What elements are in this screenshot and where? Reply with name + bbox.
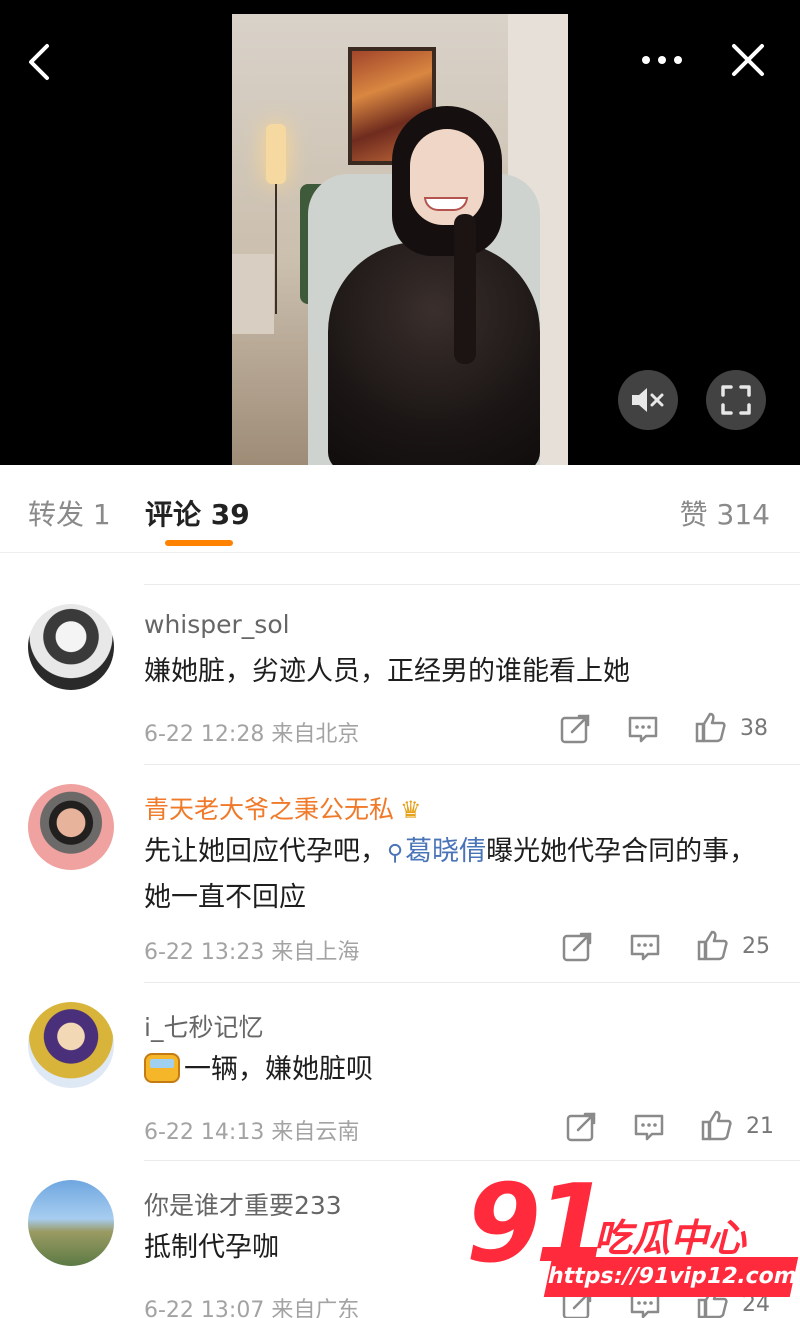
- mention-link[interactable]: ⚲葛晓倩: [387, 836, 486, 867]
- like-count: 25: [742, 934, 770, 959]
- comment-text: 先让她回应代孕吧，⚲葛晓倩曝光她代孕合同的事，她一直不回应: [144, 830, 774, 920]
- watermark-name: 吃瓜中心: [594, 1216, 747, 1260]
- bus-emoji-icon: [144, 1053, 180, 1083]
- avatar[interactable]: [28, 1180, 114, 1266]
- video-person-braid: [454, 214, 476, 364]
- video-sofa: [232, 254, 274, 334]
- comment-time: 6-22 13:07: [144, 1298, 265, 1318]
- search-icon: ⚲: [387, 841, 404, 866]
- tab-comments[interactable]: 评论 39: [145, 493, 250, 533]
- like-count: 38: [740, 716, 768, 741]
- comment-time: 6-22 13:23: [144, 940, 265, 965]
- comment-text-part: 一辆，嫌她脏呗: [184, 1054, 373, 1085]
- comment-text: 一辆，嫌她脏呗: [144, 1048, 774, 1092]
- video-person-body: [328, 242, 540, 465]
- divider: [144, 584, 800, 585]
- comment-icon[interactable]: [626, 712, 660, 746]
- fullscreen-icon: [721, 385, 751, 415]
- divider: [144, 764, 800, 765]
- tab-repost[interactable]: 转发 1: [28, 493, 111, 533]
- share-icon[interactable]: [560, 930, 594, 964]
- comment-time: 6-22 12:28: [144, 722, 265, 747]
- comment-location: 来自上海: [271, 940, 360, 965]
- comment-time: 6-22 14:13: [144, 1120, 265, 1145]
- tab-likes[interactable]: 赞 314: [680, 493, 770, 533]
- divider: [144, 982, 800, 983]
- comment-text: 嫌她脏，劣迹人员，正经男的谁能看上她: [144, 656, 630, 687]
- avatar[interactable]: [28, 784, 114, 870]
- video-player[interactable]: [0, 0, 800, 465]
- comment-meta: 6-22 13:07 来自广东: [144, 1292, 359, 1318]
- comment-location: 来自云南: [271, 1120, 360, 1145]
- close-icon: [732, 44, 764, 76]
- vip-crown-icon: ♛: [400, 796, 422, 824]
- comment-username[interactable]: i_七秒记忆: [144, 1008, 263, 1044]
- video-lamp-pole: [275, 184, 277, 314]
- comment-meta: 6-22 14:13 来自云南: [144, 1114, 359, 1146]
- more-horizontal-icon: [642, 56, 682, 64]
- comment-icon[interactable]: [628, 930, 662, 964]
- tab-bar: 转发 1 评论 39 赞 314: [0, 465, 800, 553]
- like-icon[interactable]: [694, 710, 728, 744]
- comment-meta: 6-22 13:23 来自上海: [144, 934, 359, 966]
- watermark-logo: 91 吃瓜中心 https://91vip12.com: [466, 1165, 800, 1318]
- comment-username[interactable]: 你是谁才重要233: [144, 1186, 342, 1222]
- comment-username[interactable]: whisper_sol: [144, 610, 290, 639]
- comment-meta: 6-22 12:28 来自北京: [144, 716, 359, 748]
- comment-username-text: 青天老大爷之秉公无私: [144, 795, 395, 824]
- comment-text-part: 先让她回应代孕吧，: [144, 836, 387, 867]
- volume-muted-icon: [632, 388, 664, 412]
- like-icon[interactable]: [696, 928, 730, 962]
- back-button[interactable]: [14, 38, 62, 86]
- mute-button[interactable]: [618, 370, 678, 430]
- chevron-left-icon: [29, 44, 49, 80]
- divider: [144, 1160, 800, 1161]
- video-frame[interactable]: [232, 14, 568, 465]
- avatar[interactable]: [28, 604, 114, 690]
- like-icon[interactable]: [700, 1108, 734, 1142]
- video-lamp: [266, 124, 286, 184]
- share-icon[interactable]: [558, 712, 592, 746]
- comment-username[interactable]: 青天老大爷之秉公无私 ♛: [144, 790, 422, 826]
- comment-icon[interactable]: [632, 1110, 666, 1144]
- fullscreen-button[interactable]: [706, 370, 766, 430]
- comment-location: 来自广东: [271, 1298, 360, 1318]
- close-button[interactable]: [722, 36, 774, 84]
- watermark-url: https://91vip12.com: [543, 1257, 799, 1297]
- comment-location: 来自北京: [271, 722, 360, 747]
- more-button[interactable]: [636, 38, 688, 82]
- like-count: 21: [746, 1114, 774, 1139]
- mention-text: 葛晓倩: [405, 836, 487, 867]
- avatar[interactable]: [28, 1002, 114, 1088]
- share-icon[interactable]: [564, 1110, 598, 1144]
- active-tab-indicator: [165, 540, 233, 546]
